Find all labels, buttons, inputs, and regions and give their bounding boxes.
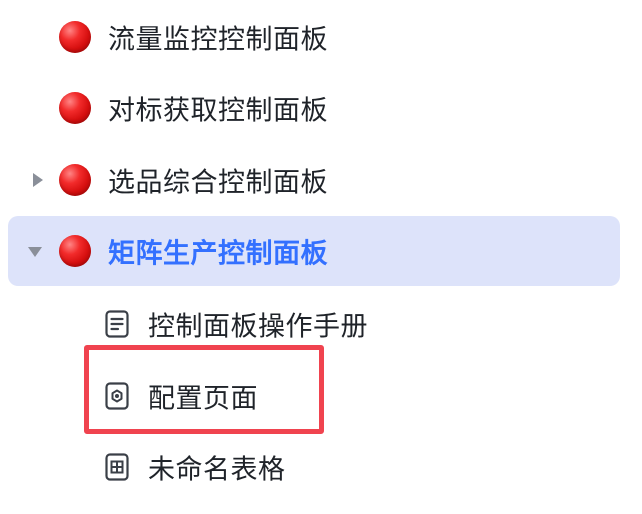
chevron-down-icon[interactable] — [28, 247, 42, 257]
tree-item-label: 控制面板操作手册 — [148, 311, 368, 343]
tree-child-untitled-table[interactable]: 未命名表格 — [8, 432, 620, 502]
tree-item-label: 对标获取控制面板 — [108, 95, 328, 127]
chevron-right-icon[interactable] — [33, 173, 43, 187]
tree-item-traffic-dashboard[interactable]: 流量监控控制面板 — [8, 2, 620, 72]
tree-item-matrix-production-dashboard[interactable]: 矩阵生产控制面板 — [8, 216, 620, 286]
tree-item-label: 矩阵生产控制面板 — [108, 238, 328, 270]
red-circle-icon — [59, 92, 91, 124]
red-circle-icon — [59, 21, 91, 53]
tree-item-label: 选品综合控制面板 — [108, 167, 328, 199]
table-icon — [105, 453, 129, 481]
red-circle-icon — [59, 235, 91, 267]
highlight-annotation-box — [84, 345, 324, 434]
red-circle-icon — [59, 164, 91, 196]
tree-item-product-selection-dashboard[interactable]: 选品综合控制面板 — [8, 145, 620, 215]
sidebar-tree: 流量监控控制面板 对标获取控制面板 选品综合控制面板 矩阵生产控制面板 控制面板… — [0, 0, 642, 514]
tree-item-label: 未命名表格 — [148, 454, 286, 486]
tree-item-label: 流量监控控制面板 — [108, 24, 328, 56]
document-icon — [105, 310, 129, 338]
tree-item-benchmark-dashboard[interactable]: 对标获取控制面板 — [8, 73, 620, 143]
